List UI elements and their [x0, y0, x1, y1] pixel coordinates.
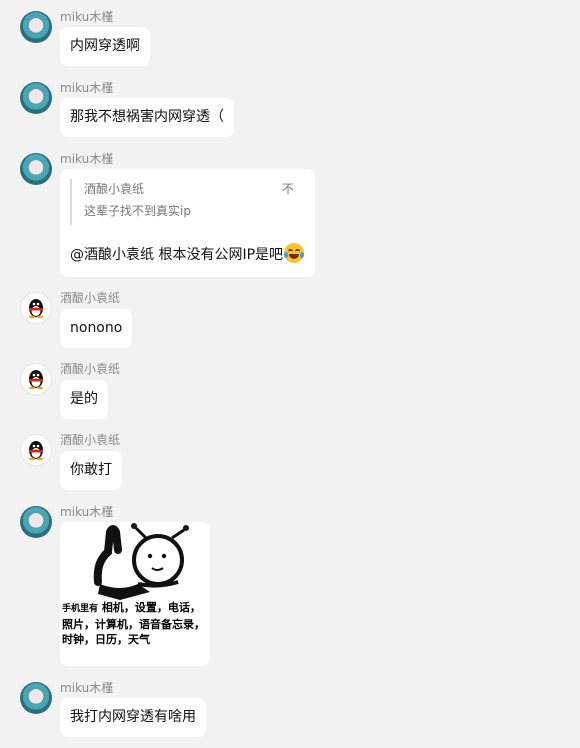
sender-name: 酒酿小袁纸 — [60, 291, 121, 305]
miku-avatar-icon[interactable] — [20, 11, 52, 43]
quoted-sender-name: 酒酿小袁纸 — [84, 182, 145, 196]
message-bubble[interactable]: 是的 — [60, 380, 108, 419]
message-bubble[interactable]: 那我不想祸害内网穿透（ — [60, 98, 234, 137]
miku-avatar-icon[interactable] — [20, 682, 52, 714]
qq-penguin-avatar-icon[interactable] — [20, 434, 52, 466]
reply-message-bubble[interactable]: 酒酿小袁纸 不 这辈子找不到真实ip @酒酿小袁纸 根本没有公网IP是吧 — [60, 169, 315, 277]
sender-name: 酒酿小袁纸 — [60, 433, 121, 447]
sender-name: miku木槿 — [60, 152, 114, 166]
qq-penguin-avatar-icon[interactable] — [20, 363, 52, 395]
quoted-message[interactable]: 酒酿小袁纸 不 这辈子找不到真实ip — [70, 179, 294, 225]
sender-name: 酒酿小袁纸 — [60, 362, 121, 376]
message-text: @酒酿小袁纸 根本没有公网IP是吧 — [70, 247, 284, 263]
message-bubble[interactable]: 我打内网穿透有啥用 — [60, 698, 206, 737]
miku-avatar-icon[interactable] — [20, 82, 52, 114]
tears-of-joy-emoji-icon — [284, 243, 305, 263]
sender-name: miku木槿 — [60, 10, 114, 24]
sender-name: miku木槿 — [60, 81, 114, 95]
message-bubble[interactable]: nonono — [60, 309, 133, 348]
sender-name: miku木槿 — [60, 681, 114, 695]
quoted-text: 这辈子找不到真实ip — [84, 204, 191, 218]
meme-caption: 手机里有 相机，设置，电话，照片，计算机，语音备忘录，时钟，日历，天气 — [62, 601, 205, 646]
quoted-flag: 不 — [281, 182, 294, 196]
message-bubble[interactable]: 内网穿透啊 — [60, 27, 150, 66]
sender-name: miku木槿 — [60, 505, 114, 519]
miku-avatar-icon[interactable] — [20, 153, 52, 185]
miku-avatar-icon[interactable] — [20, 506, 52, 538]
image-message-bubble[interactable]: 手机里有 相机，设置，电话，照片，计算机，语音备忘录，时钟，日历，天气 — [60, 522, 210, 666]
meme-image[interactable]: 手机里有 相机，设置，电话，照片，计算机，语音备忘录，时钟，日历，天气 — [60, 522, 210, 666]
meme-figure-icon — [93, 523, 189, 600]
qq-penguin-avatar-icon[interactable] — [20, 292, 52, 324]
message-bubble[interactable]: 你敢打 — [60, 451, 122, 490]
